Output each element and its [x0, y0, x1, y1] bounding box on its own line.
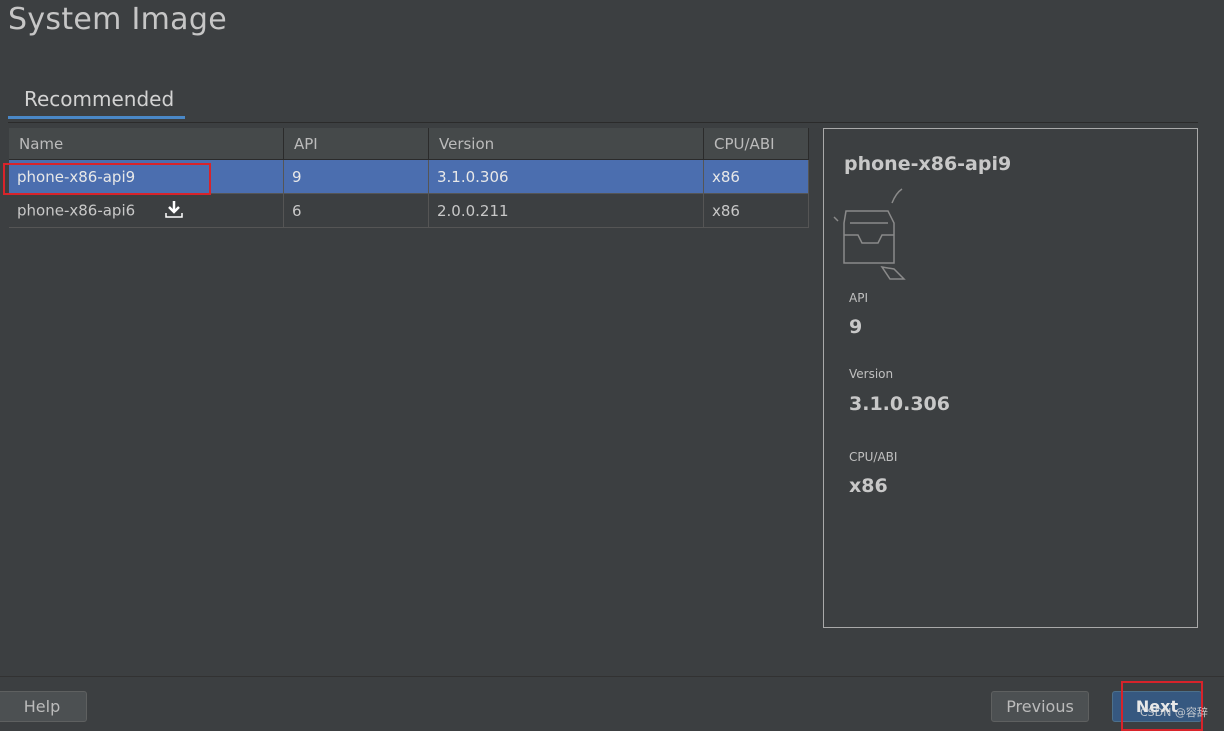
page-title: System Image	[8, 2, 227, 37]
previous-button[interactable]: Previous	[991, 691, 1089, 722]
cell-api: 6	[283, 193, 429, 228]
api-value: 9	[849, 316, 863, 338]
empty-tray-icon	[832, 183, 914, 287]
cpu-abi-value: x86	[849, 475, 888, 497]
system-image-table: Name API Version CPU/ABI phone-x86-api9 …	[9, 128, 809, 228]
watermark: CSDN @容辞	[1140, 706, 1208, 719]
cell-api: 9	[283, 159, 429, 194]
download-icon[interactable]	[164, 199, 184, 223]
cell-name: phone-x86-api6	[9, 193, 284, 228]
cell-version: 2.0.0.211	[428, 193, 704, 228]
tab-bar: Recommended	[8, 84, 1198, 123]
table-header-row: Name API Version CPU/ABI	[9, 128, 809, 160]
api-label: API	[849, 291, 868, 305]
tab-recommended[interactable]: Recommended	[8, 84, 185, 119]
version-value: 3.1.0.306	[849, 393, 950, 415]
cell-name-text: phone-x86-api6	[17, 201, 136, 219]
details-panel: phone-x86-api9 API 9 Version 3.1.0.306 C…	[823, 128, 1198, 628]
help-button[interactable]: Help	[0, 691, 87, 722]
cell-name: phone-x86-api9	[9, 159, 284, 194]
footer-divider	[0, 676, 1224, 677]
column-header-name[interactable]: Name	[9, 128, 284, 160]
cell-cpu-abi: x86	[703, 159, 809, 194]
table-row[interactable]: phone-x86-api6 6 2.0.0.211 x86	[9, 193, 809, 228]
details-title: phone-x86-api9	[844, 153, 1012, 175]
column-header-version[interactable]: Version	[428, 128, 704, 160]
column-header-api[interactable]: API	[283, 128, 429, 160]
cell-version: 3.1.0.306	[428, 159, 704, 194]
column-header-cpu-abi[interactable]: CPU/ABI	[703, 128, 809, 160]
cell-cpu-abi: x86	[703, 193, 809, 228]
version-label: Version	[849, 367, 894, 381]
table-row[interactable]: phone-x86-api9 9 3.1.0.306 x86	[9, 159, 809, 194]
cpu-abi-label: CPU/ABI	[849, 450, 898, 464]
